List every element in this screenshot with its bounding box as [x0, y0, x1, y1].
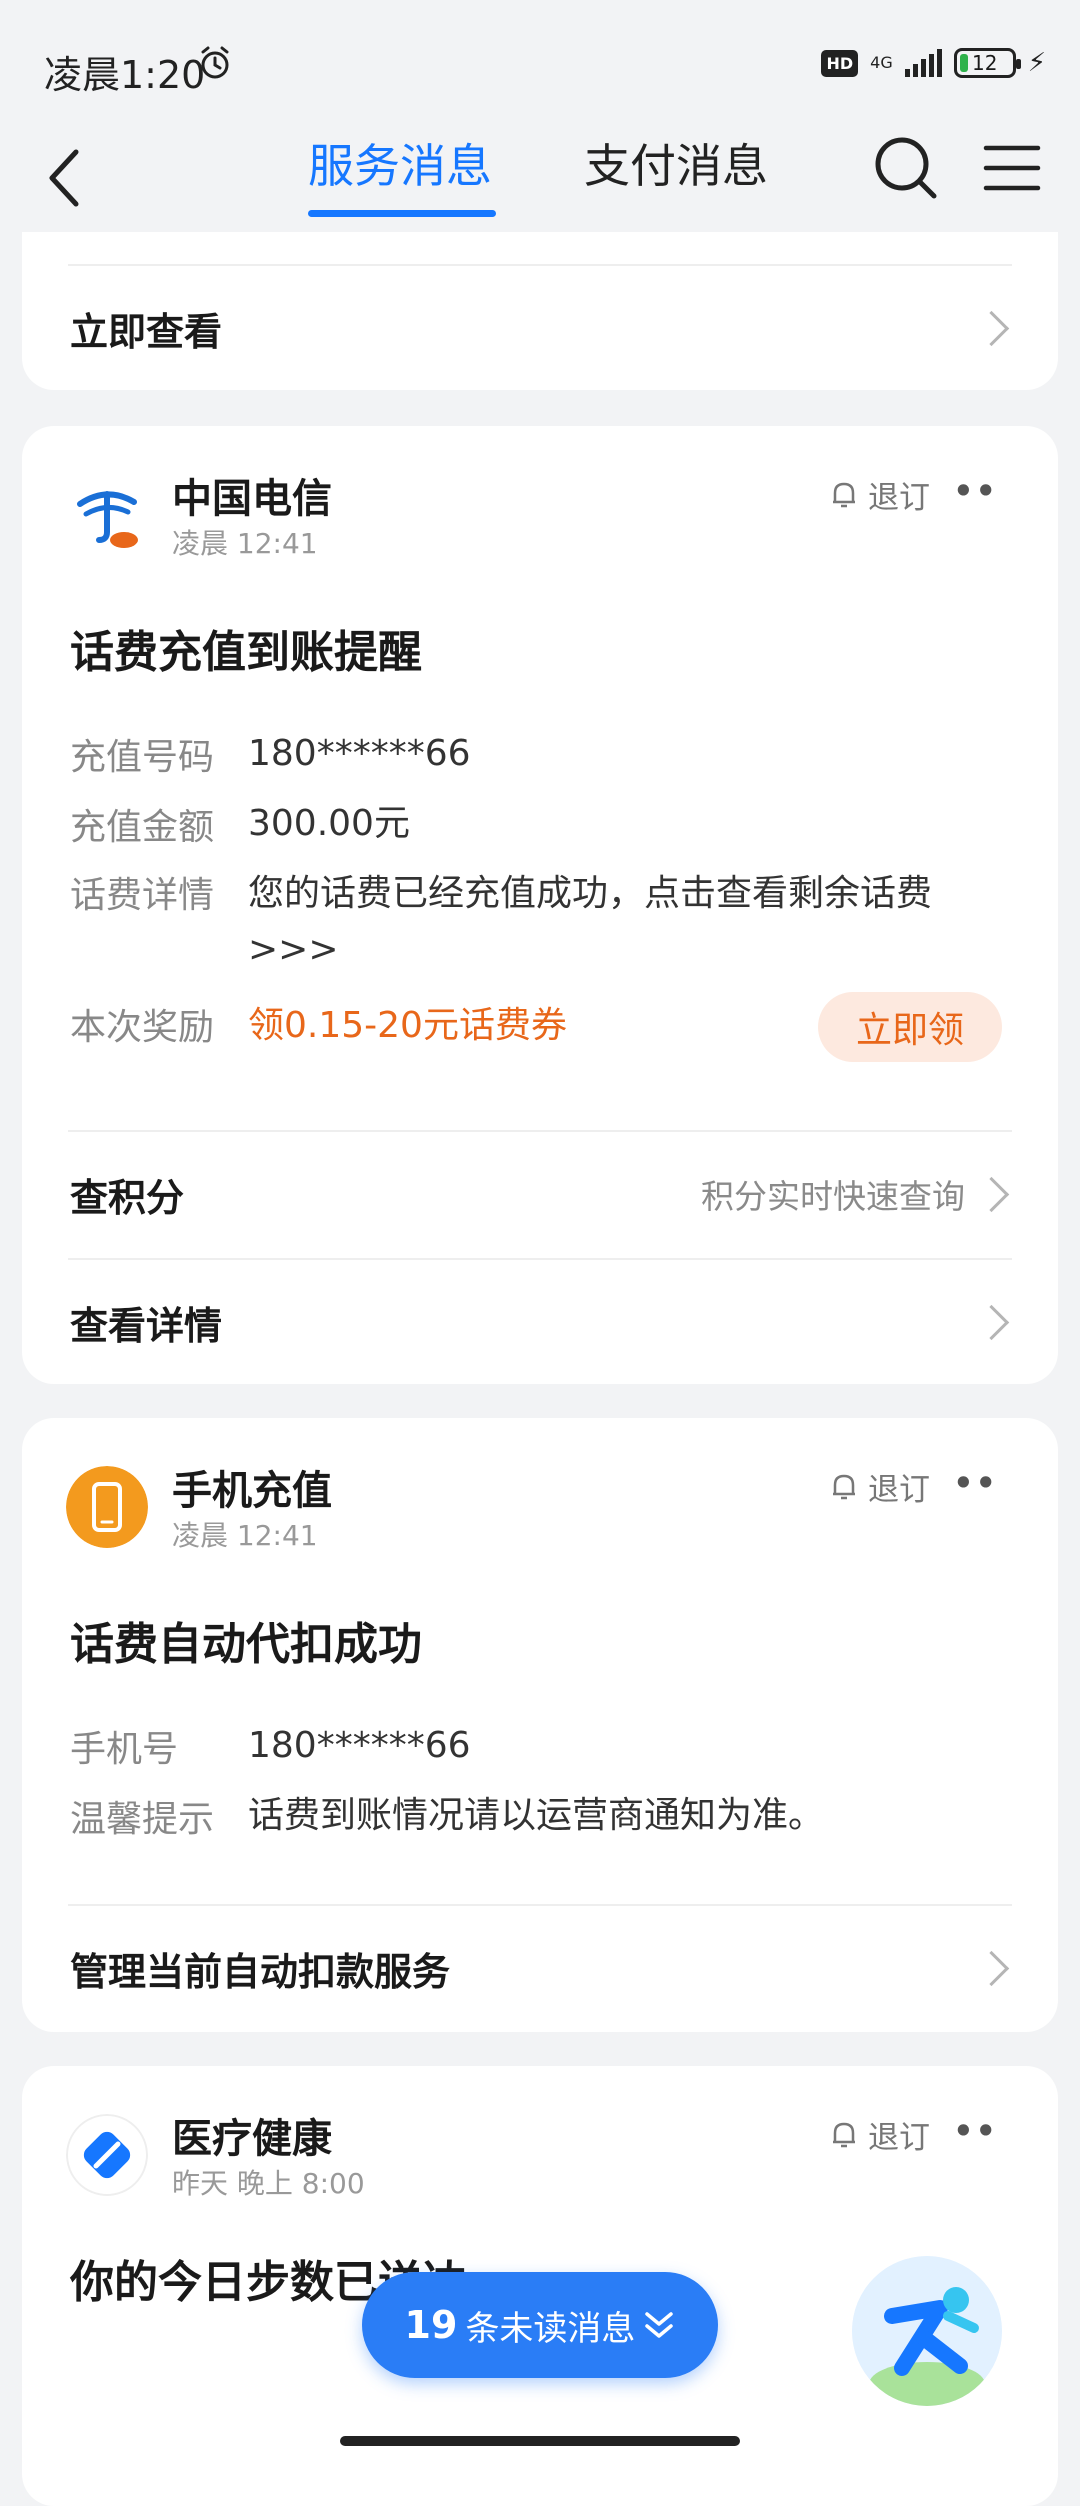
field-row: 充值金额 300.00元 [70, 798, 1018, 850]
field-row[interactable]: 话费详情 您的话费已经充值成功，点击查看剩余话费>>> [70, 866, 1018, 978]
tab-payment-messages[interactable]: 支付消息 [584, 130, 768, 196]
divider [68, 1904, 1012, 1906]
more-options-icon[interactable]: •• [953, 1464, 998, 1502]
charging-icon: ⚡ [1027, 48, 1046, 78]
card-header: 医疗健康 昨天 晚上 8:00 退订 •• [66, 2106, 1014, 2200]
unread-messages-button[interactable]: 19 条未读消息 [362, 2272, 718, 2378]
unsubscribe-button[interactable]: 退订 [830, 472, 930, 517]
message-card-previous: 立即查看 [22, 232, 1058, 390]
field-key: 充值号码 [70, 737, 215, 778]
chevron-right-icon [973, 1304, 1010, 1340]
link-label: 管理当前自动扣款服务 [70, 1949, 451, 1994]
signal-icon [904, 49, 942, 77]
sender-name: 手机充值 [172, 1468, 332, 1514]
home-indicator [340, 2436, 740, 2446]
field-value: 话费到账情况请以运营商通知为准。 [248, 1795, 825, 1836]
bell-icon [833, 1474, 855, 1499]
field-key: 手机号 [70, 1729, 179, 1770]
field-row: 充值号码 180******66 [70, 728, 1018, 780]
unsubscribe-button[interactable]: 退订 [830, 1464, 930, 1509]
status-bar: 凌晨1:20 HD 4G 12 ⚡ [0, 0, 1080, 130]
check-points-link[interactable]: 查积分 积分实时快速查询 [70, 1154, 1014, 1234]
divider [68, 1130, 1012, 1132]
search-icon[interactable] [870, 132, 940, 202]
sports-assistant-button[interactable] [852, 2256, 1002, 2406]
china-telecom-logo [66, 474, 148, 556]
double-chevron-down-icon [645, 2312, 674, 2338]
message-card-telecom: 中国电信 凌晨 12:41 退订 •• 话费充值到账提醒 充值号码 180***… [22, 426, 1058, 1384]
unsubscribe-button[interactable]: 退订 [830, 2112, 930, 2157]
manage-autopay-link[interactable]: 管理当前自动扣款服务 [70, 1928, 1014, 2008]
sender-name: 医疗健康 [172, 2116, 332, 2162]
link-label: 查看详情 [70, 1303, 223, 1348]
more-options-icon[interactable]: •• [953, 2112, 998, 2150]
network-type: 4G [870, 53, 893, 72]
divider [68, 1258, 1012, 1260]
field-key: 温馨提示 [70, 1799, 215, 1840]
battery-icon: 12 [953, 48, 1021, 78]
field-key: 话费详情 [70, 875, 215, 916]
status-time: 凌晨1:20 [44, 53, 206, 97]
bell-icon [833, 482, 855, 507]
nav-bar: 服务消息 支付消息 [0, 130, 1080, 230]
link-hint: 积分实时快速查询 [701, 1177, 965, 1216]
back-button[interactable] [46, 138, 96, 218]
more-options-icon[interactable]: •• [953, 472, 998, 510]
hd-badge: HD [821, 49, 859, 77]
tab-service-messages[interactable]: 服务消息 [308, 130, 492, 196]
field-row: 手机号 180******66 [70, 1720, 1018, 1772]
message-time: 凌晨 12:41 [172, 1519, 318, 1552]
divider [68, 264, 1012, 266]
chevron-left-icon [49, 149, 79, 207]
unsubscribe-label: 退订 [868, 2120, 930, 2156]
field-value: 180******66 [248, 733, 471, 774]
reward-row: 本次奖励 领0.15-20元话费券 立即领 [70, 992, 1018, 1062]
running-figure-icon [852, 2256, 1002, 2406]
field-value: 300.00元 [248, 803, 410, 844]
unsubscribe-label: 退订 [868, 480, 930, 516]
field-value: 180******66 [248, 1725, 471, 1766]
field-value: 您的话费已经充值成功，点击查看剩余话费>>> [248, 873, 933, 970]
health-icon [66, 2114, 148, 2196]
chevron-right-icon [973, 310, 1010, 346]
sender-name: 中国电信 [172, 476, 332, 522]
claim-now-button[interactable]: 立即领 [818, 992, 1002, 1062]
alarm-icon [201, 46, 229, 79]
link-label: 立即查看 [70, 309, 223, 354]
view-now-link[interactable]: 立即查看 [70, 288, 1014, 368]
field-row: 温馨提示 话费到账情况请以运营商通知为准。 [70, 1790, 1018, 1842]
unread-count: 19 [404, 2303, 458, 2347]
card-header: 手机充值 凌晨 12:41 退订 •• [66, 1458, 1014, 1552]
chevron-right-icon [973, 1176, 1010, 1212]
message-title: 话费自动代扣成功 [70, 1619, 422, 1670]
active-tab-indicator [308, 210, 496, 217]
message-title: 话费充值到账提醒 [70, 627, 422, 678]
menu-icon[interactable] [982, 140, 1042, 196]
bell-icon [833, 2122, 855, 2147]
card-header: 中国电信 凌晨 12:41 退订 •• [66, 466, 1014, 560]
link-label: 查积分 [70, 1175, 185, 1220]
message-card-recharge: 手机充值 凌晨 12:41 退订 •• 话费自动代扣成功 手机号 180****… [22, 1418, 1058, 2032]
phone-recharge-icon [66, 1466, 148, 1548]
field-key: 充值金额 [70, 807, 215, 848]
unread-label: 条未读消息 [465, 2308, 636, 2349]
chevron-right-icon [973, 1950, 1010, 1986]
reward-value: 领0.15-20元话费券 [248, 1005, 567, 1046]
message-time: 昨天 晚上 8:00 [172, 2167, 365, 2200]
unsubscribe-label: 退订 [868, 1472, 930, 1508]
battery-level: 12 [972, 51, 998, 75]
field-key: 本次奖励 [70, 1007, 215, 1048]
message-time: 凌晨 12:41 [172, 527, 318, 560]
view-details-link[interactable]: 查看详情 [70, 1282, 1014, 1362]
